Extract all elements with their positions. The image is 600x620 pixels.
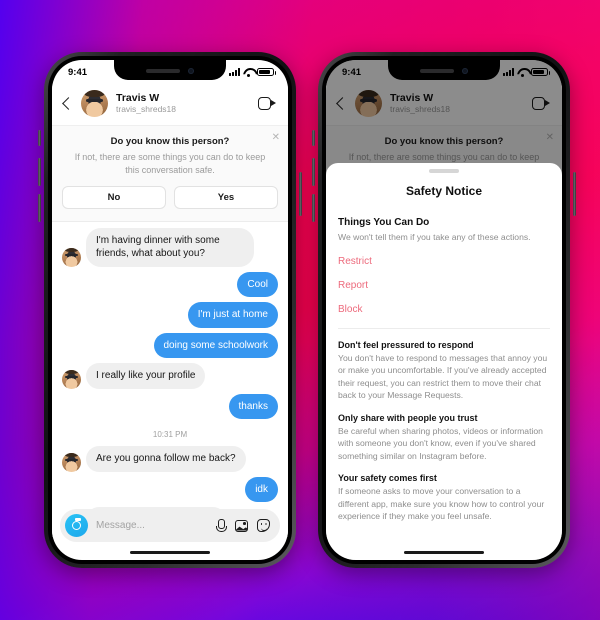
message-bubble-outgoing[interactable]: doing some schoolwork <box>153 332 278 359</box>
safety-notice-sheet: Safety Notice Things You Can Do We won't… <box>326 163 562 560</box>
message-input[interactable]: Message... <box>96 520 207 531</box>
status-icons <box>229 67 276 77</box>
chat-header: Travis W travis_shreds18 <box>52 84 288 126</box>
phone-screen-left: 9:41 Travis W travis_shreds18 ✕ Do you k… <box>52 60 288 560</box>
message-bubble-incoming[interactable]: Are you gonna follow me back? <box>86 446 246 472</box>
banner-subtitle: If not, there are some things you can do… <box>74 152 266 175</box>
mute-switch[interactable] <box>312 130 315 146</box>
message-bubble-outgoing[interactable]: idk <box>245 476 278 503</box>
earpiece-speaker <box>420 69 454 73</box>
yes-button[interactable]: Yes <box>174 185 278 209</box>
banner-title: Do you know this person? <box>110 136 230 147</box>
volume-up-button[interactable] <box>312 158 315 186</box>
message-row: Cool <box>62 271 278 298</box>
earpiece-speaker <box>146 69 180 73</box>
message-bubble-incoming[interactable]: I'm having dinner with some friends, wha… <box>86 227 254 267</box>
message-bubble-outgoing[interactable]: Cool <box>237 271 278 298</box>
safety-tip: Your safety comes first If someone asks … <box>338 473 550 523</box>
sender-avatar <box>62 452 81 472</box>
cellular-signal-icon <box>229 68 240 76</box>
banner-actions: No Yes <box>62 185 278 209</box>
message-composer: Message... <box>52 509 288 542</box>
phone-screen-right: 9:41 Travis W travis_shreds18 ✕ Do you k… <box>326 60 562 560</box>
volume-down-button[interactable] <box>312 194 315 222</box>
contact-avatar[interactable] <box>81 90 108 117</box>
close-icon[interactable]: ✕ <box>272 133 280 143</box>
tip-body: If someone asks to move your conversatio… <box>338 486 545 522</box>
message-row: idk <box>62 476 278 503</box>
phone-right: 9:41 Travis W travis_shreds18 ✕ Do you k… <box>312 52 576 568</box>
things-you-can-do-heading: Things You Can Do <box>338 216 430 228</box>
photo-gallery-icon[interactable] <box>235 519 248 532</box>
battery-icon <box>257 67 276 77</box>
cellular-signal-icon <box>503 68 514 76</box>
sender-avatar <box>62 247 81 267</box>
sticker-icon[interactable] <box>257 519 270 532</box>
home-indicator[interactable] <box>130 550 210 554</box>
contact-name: Travis W <box>116 92 160 105</box>
power-button[interactable] <box>573 172 576 216</box>
message-timestamp: 10:31 PM <box>152 430 188 440</box>
notch <box>388 60 500 80</box>
phone-bezel: 9:41 Travis W travis_shreds18 ✕ Do you k… <box>48 56 292 564</box>
message-row: I'm just at home <box>62 302 278 328</box>
tip-body: Be careful when sharing photos, videos o… <box>338 425 543 461</box>
mute-switch[interactable] <box>38 130 41 146</box>
front-camera-icon <box>188 68 194 74</box>
message-bubble-outgoing[interactable]: thanks <box>228 393 278 420</box>
message-row: Are you gonna follow me back? <box>62 446 278 472</box>
wifi-icon <box>243 68 254 77</box>
tip-body: You don't have to respond to messages th… <box>338 352 548 401</box>
message-row: doing some schoolwork <box>62 332 278 359</box>
divider <box>338 327 550 329</box>
sheet-grabber[interactable] <box>429 169 459 173</box>
volume-up-button[interactable] <box>38 158 41 186</box>
sender-avatar <box>62 369 81 389</box>
front-camera-icon <box>462 68 468 74</box>
composer-icons <box>215 519 270 532</box>
tip-title: Only share with people you trust <box>338 412 478 423</box>
tip-title: Your safety comes first <box>338 473 437 484</box>
volume-down-button[interactable] <box>38 194 41 222</box>
restrict-action[interactable]: Restrict <box>338 256 550 267</box>
message-row: I really like your profile <box>62 363 278 389</box>
video-call-icon[interactable] <box>258 97 276 110</box>
back-chevron-icon[interactable] <box>62 97 75 110</box>
phone-left: 9:41 Travis W travis_shreds18 ✕ Do you k… <box>38 52 302 568</box>
report-action[interactable]: Report <box>338 280 550 291</box>
contact-identity: Travis W travis_shreds18 <box>116 92 250 115</box>
tip-title: Don't feel pressured to respond <box>338 339 474 350</box>
power-button[interactable] <box>299 172 302 216</box>
block-action[interactable]: Block <box>338 304 550 315</box>
contact-username: travis_shreds18 <box>116 104 177 115</box>
things-you-can-do-subtitle: We won't tell them if you take any of th… <box>338 231 531 242</box>
camera-icon[interactable] <box>65 514 88 537</box>
notch <box>114 60 226 80</box>
no-button[interactable]: No <box>62 185 166 209</box>
microphone-icon[interactable] <box>215 519 227 532</box>
status-time: 9:41 <box>68 66 88 78</box>
status-icons <box>503 67 550 77</box>
safety-tip: Don't feel pressured to respond You don'… <box>338 340 550 402</box>
message-row: I'm having dinner with some friends, wha… <box>62 227 278 267</box>
sheet-title: Safety Notice <box>405 183 483 198</box>
message-bubble-outgoing[interactable]: I'm just at home <box>187 302 278 328</box>
phone-bezel: 9:41 Travis W travis_shreds18 ✕ Do you k… <box>322 56 566 564</box>
home-indicator[interactable] <box>404 550 484 554</box>
status-time: 9:41 <box>342 66 362 78</box>
message-row: thanks <box>62 393 278 420</box>
battery-icon <box>531 67 550 77</box>
message-bubble-incoming[interactable]: I really like your profile <box>86 363 206 389</box>
know-person-banner: ✕ Do you know this person? If not, there… <box>52 126 288 222</box>
wifi-icon <box>517 68 528 77</box>
safety-tip: Only share with people you trust Be care… <box>338 413 550 463</box>
message-list: I'm having dinner with some friends, wha… <box>52 221 288 537</box>
